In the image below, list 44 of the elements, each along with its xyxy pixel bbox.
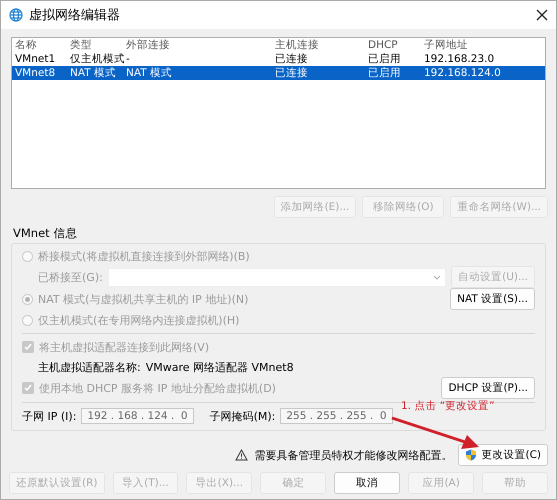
field-label: 已桥接至(G):: [38, 270, 103, 284]
table-cell-text: 已启用: [367, 52, 402, 66]
table-cell-text: 192.168.124.0: [423, 67, 502, 79]
adapter-name-value: VMware 网络适配器 VMnet8: [146, 360, 294, 374]
checkbox-label: 使用本地 DHCP 服务将 IP 地址分配给虚拟机(D): [39, 380, 276, 396]
shield-icon: [465, 449, 478, 461]
adapter-name-label: 主机虚拟适配器名称:: [38, 360, 141, 374]
radio-label: 仅主机模式(在专用网络内连接虚拟机)(H): [38, 312, 240, 328]
close-icon[interactable]: [536, 9, 548, 21]
table-cell-text: VMnet1: [14, 53, 56, 65]
change-settings-button[interactable]: 更改设置(C): [458, 444, 548, 466]
column-header[interactable]: 子网地址: [421, 38, 514, 52]
table-cell-text: NAT 模式: [125, 66, 173, 80]
ip-field[interactable]: 192 . 168 . 124 . 0: [81, 408, 194, 424]
window-title: 虚拟网络编辑器: [29, 7, 121, 24]
field-label: 子网掩码(M):: [210, 408, 276, 424]
chevron-down-icon: [433, 274, 442, 280]
field-label: 子网 IP (I):: [22, 408, 76, 424]
warning-text: 需要具备管理员特权才能修改网络配置。: [254, 448, 452, 462]
globe-icon: [9, 8, 23, 22]
table-cell-text: 仅主机模式: [69, 52, 123, 66]
dialog-button[interactable]: 取消: [334, 472, 400, 494]
table-cell-text: 已连接: [274, 52, 309, 66]
column-header[interactable]: DHCP: [365, 39, 421, 51]
table-row[interactable]: VMnet8 NAT 模式 NAT 模式 已连接 已启用 192.168.124.0: [12, 66, 545, 80]
table-cell-text: 已连接: [274, 66, 309, 80]
annotation-text: 1. 点击 “更改设置”: [401, 399, 495, 413]
dropdown-field[interactable]: [108, 268, 446, 286]
radio-label: NAT 模式(与虚拟机共享主机的 IP 地址)(N): [38, 292, 248, 306]
table-cell-text: NAT 模式: [69, 66, 117, 80]
checkbox-label: 将主机虚拟适配器连接到此网络(V): [39, 340, 210, 354]
column-header[interactable]: 类型: [67, 38, 123, 52]
table-cell-text: 192.168.23.0: [423, 53, 496, 65]
table-cell-text: -: [125, 53, 131, 65]
column-header[interactable]: 外部连接: [123, 38, 272, 52]
table-cell-text: 已启用: [367, 66, 402, 80]
table-row[interactable]: VMnet1 仅主机模式- 已连接 已启用 192.168.23.0: [12, 52, 545, 66]
group-title: VMnet 信息: [13, 226, 78, 241]
radio-label: 桥接模式(将虚拟机直接连接到外部网络)(B): [38, 248, 250, 264]
column-header[interactable]: 主机连接: [272, 38, 365, 52]
ip-field[interactable]: 255 . 255 . 255 . 0: [280, 408, 393, 424]
table-cell-text: VMnet8: [14, 67, 56, 79]
warning-icon: [235, 449, 248, 461]
column-header[interactable]: 名称: [12, 38, 67, 52]
